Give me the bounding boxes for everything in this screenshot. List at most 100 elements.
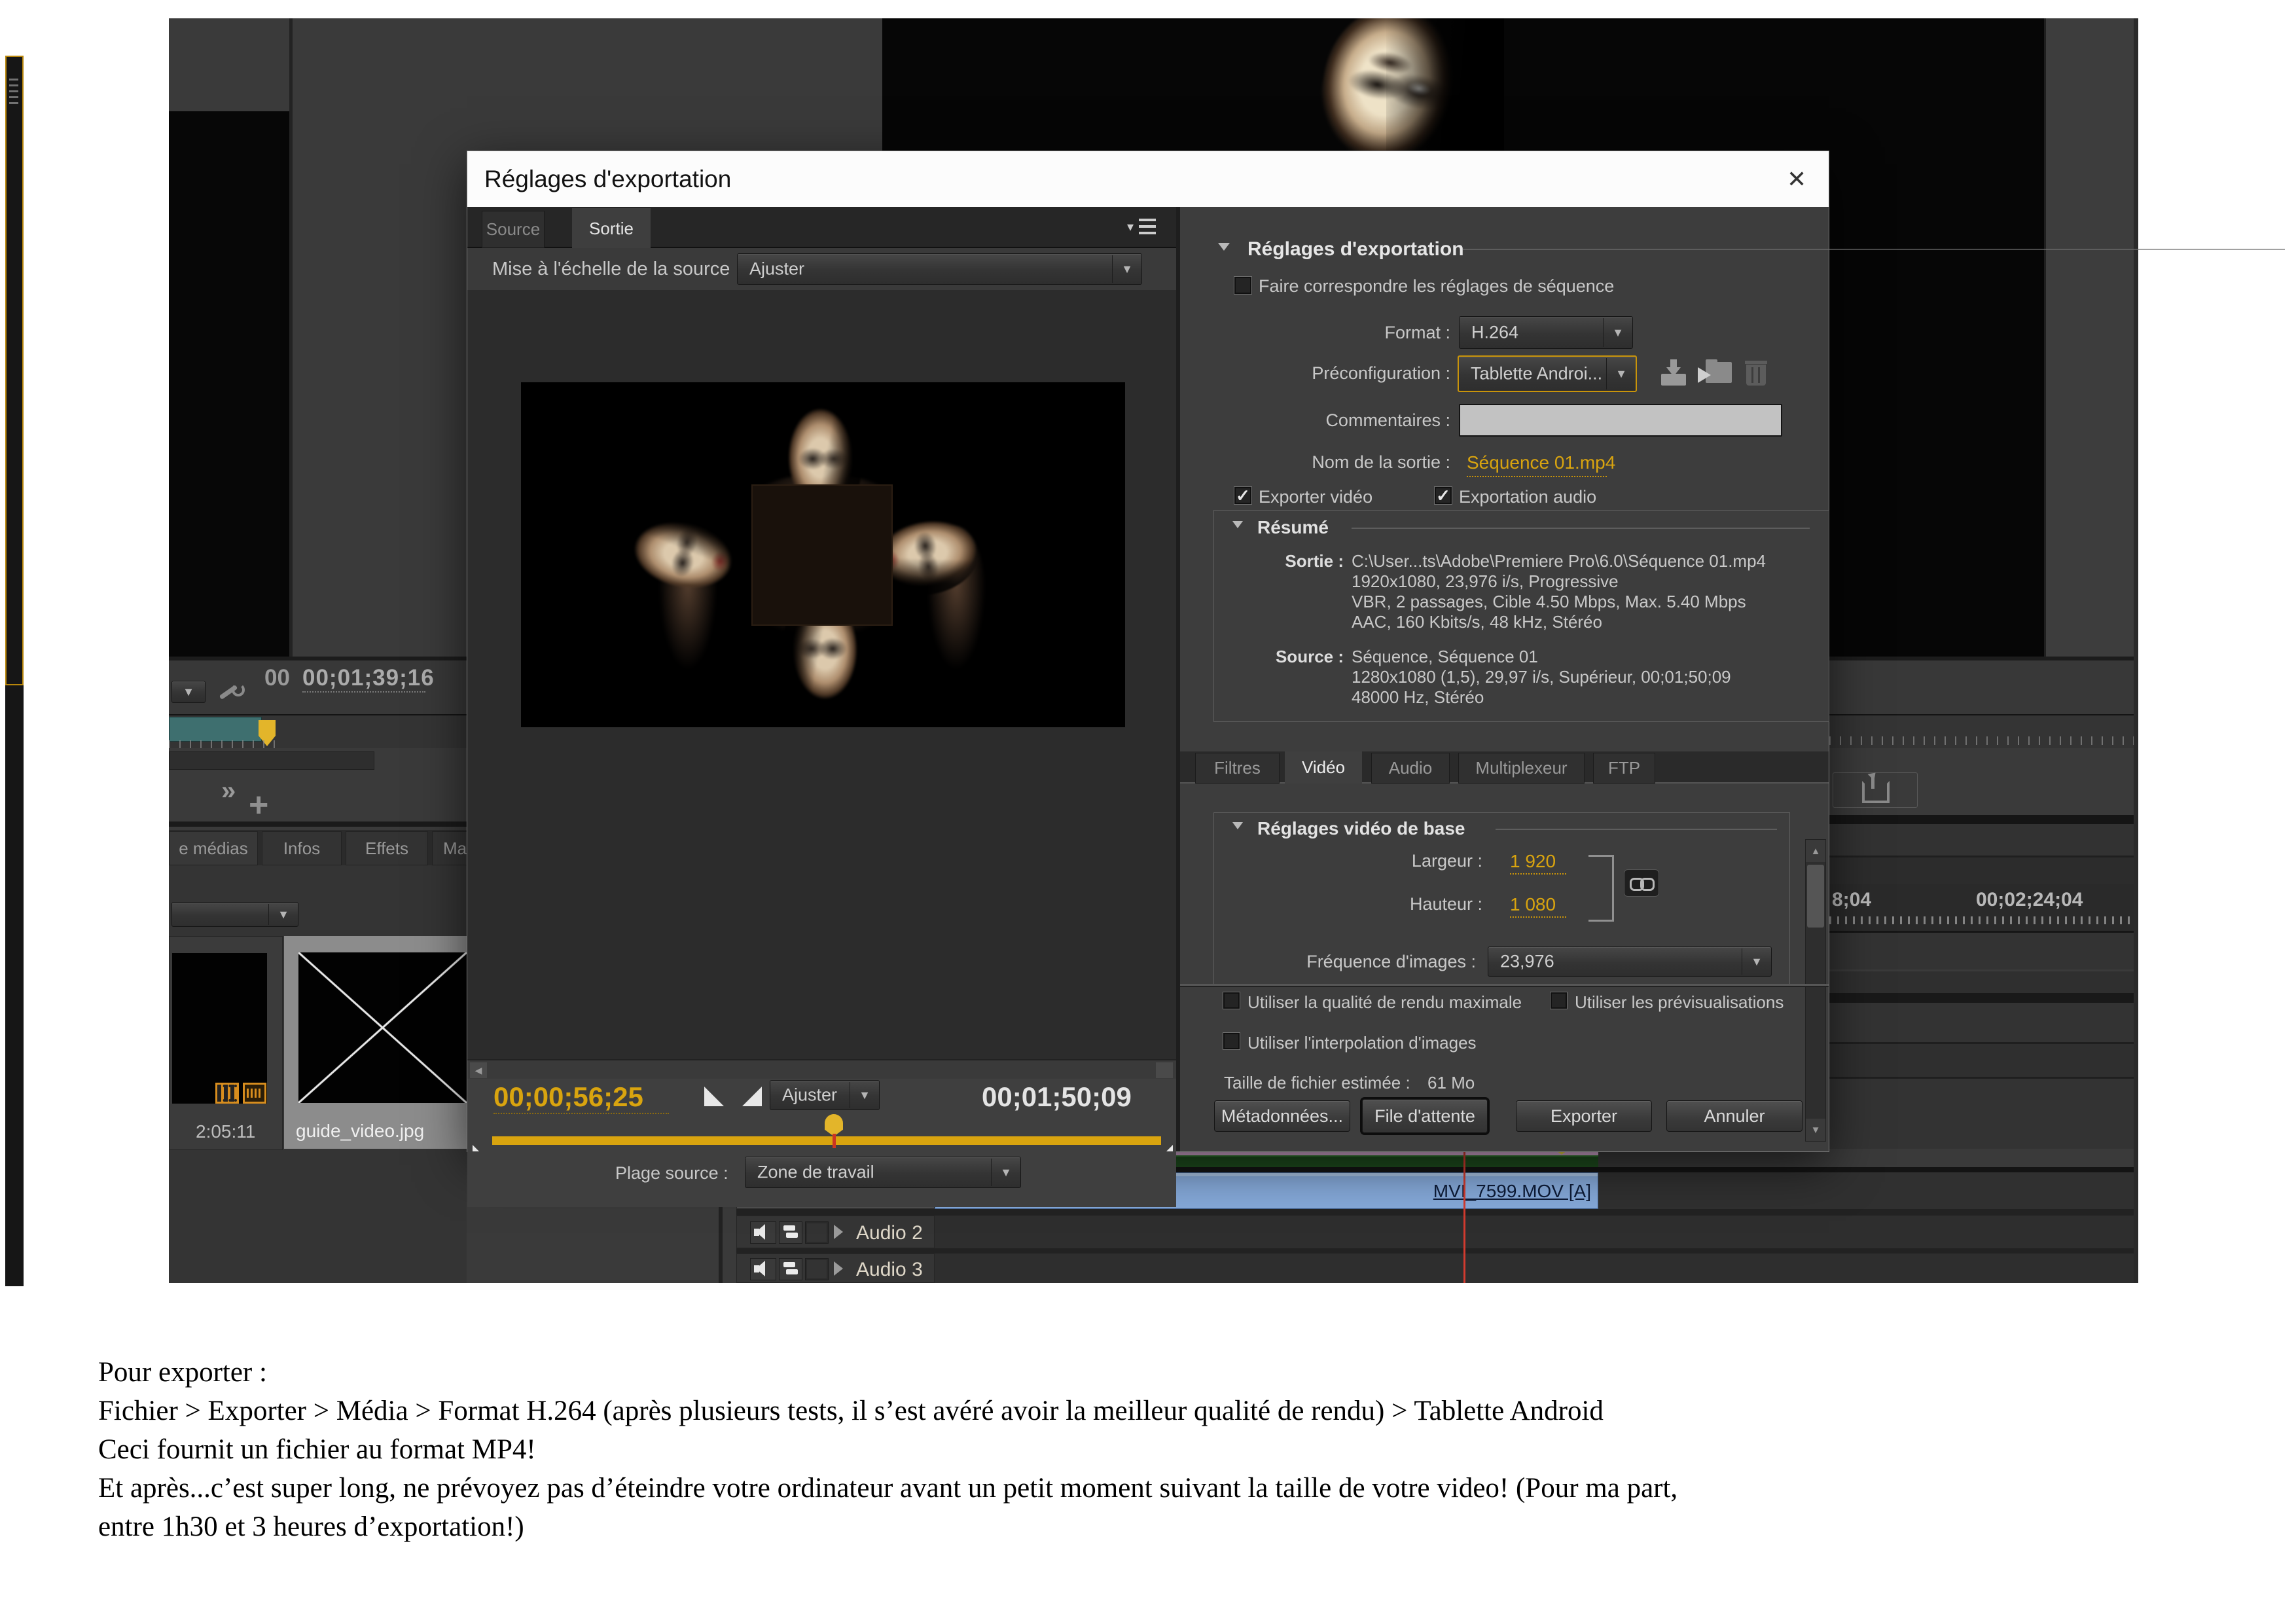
chevrons-icon[interactable]: » <box>221 776 236 806</box>
import-preset-icon[interactable] <box>1699 358 1733 388</box>
tab-audio[interactable]: Audio <box>1371 753 1450 784</box>
tab-sortie-label: Sortie <box>589 219 634 239</box>
panel-menu-arrow: ▾ <box>1127 219 1134 235</box>
track-lock-toggle[interactable] <box>805 1221 829 1244</box>
use-previews-checkbox[interactable] <box>1550 992 1568 1009</box>
wrench-icon[interactable] <box>217 682 241 700</box>
metadata-button[interactable]: Métadonnées... <box>1214 1100 1350 1132</box>
scrollbar-up-button[interactable]: ▲ <box>1806 840 1825 862</box>
preset-value: Tablette Androi... <box>1471 364 1602 384</box>
thick-divider <box>1829 993 2138 1003</box>
summary-out-label: Sortie : <box>1234 551 1344 571</box>
speaker-icon[interactable] <box>750 1221 776 1244</box>
track-output-icon[interactable] <box>779 1221 802 1244</box>
scrollbar-down-button[interactable]: ▼ <box>1806 1119 1825 1141</box>
output-name-link[interactable]: Séquence 01.mp4 <box>1467 452 1615 473</box>
monitor-zoom-dropdown[interactable]: ▼ <box>171 681 206 703</box>
track-header-audio3[interactable]: Audio 3 <box>736 1254 935 1283</box>
summary-out-line: 1920x1080, 23,976 i/s, Progressive <box>1352 571 1766 592</box>
export-button-label: Exporter <box>1551 1106 1617 1127</box>
current-timecode[interactable]: 00;00;56;25 <box>493 1081 643 1113</box>
match-sequence-checkbox[interactable] <box>1234 276 1252 295</box>
trim-playhead-marker[interactable] <box>825 1114 843 1136</box>
tab-effets-label: Effets <box>365 839 408 859</box>
track-output-icon[interactable] <box>779 1258 802 1280</box>
export-button[interactable]: Exporter <box>1516 1100 1652 1132</box>
partial-timecode: 00 <box>264 665 290 691</box>
left-cropped-panel-highlight <box>5 56 24 685</box>
timeline-row <box>1829 971 2138 993</box>
scroll-left-button[interactable]: ◀ <box>470 1062 487 1078</box>
film-icon <box>215 1083 239 1104</box>
scale-label: Mise à l'échelle de la source : <box>492 259 741 280</box>
source-mini-timeline[interactable] <box>169 717 262 742</box>
collapse-triangle-icon[interactable] <box>834 1261 843 1276</box>
preset-dropdown[interactable]: Tablette Androi... ▼ <box>1458 355 1637 392</box>
track-lock-toggle[interactable] <box>805 1258 829 1280</box>
tab-audio-label: Audio <box>1389 758 1433 778</box>
out-point-icon[interactable] <box>742 1087 762 1106</box>
media-thumbnail-video[interactable]: 2:05:11 <box>169 936 283 1150</box>
timeline-playhead[interactable] <box>1463 1146 1465 1283</box>
source-bar-box <box>169 751 374 770</box>
link-dimensions-button[interactable] <box>1624 869 1659 897</box>
delete-preset-icon[interactable] <box>1745 359 1767 388</box>
frame-blend-checkbox[interactable] <box>1223 1032 1240 1050</box>
tab-filtres[interactable]: Filtres <box>1195 753 1280 784</box>
scrollbar-thumb[interactable] <box>1807 865 1824 928</box>
monitor-side-panel <box>2044 18 2138 657</box>
plus-icon[interactable]: + <box>249 785 268 825</box>
panel-menu-icon[interactable]: ▾ <box>1130 217 1156 238</box>
tab-infos[interactable]: Infos <box>262 831 342 865</box>
scale-dropdown[interactable]: Ajuster ▼ <box>737 253 1142 285</box>
dialog-title-bar[interactable]: Réglages d'exportation ✕ <box>467 151 1829 207</box>
source-range-dropdown[interactable]: Zone de travail ▼ <box>745 1157 1021 1188</box>
max-quality-checkbox[interactable] <box>1223 992 1240 1009</box>
group-collapse-icon[interactable] <box>1232 822 1243 829</box>
height-value[interactable]: 1 080 <box>1510 894 1556 915</box>
tab-video[interactable]: Vidéo <box>1285 751 1362 784</box>
media-browser-dropdown[interactable]: ▼ <box>171 902 298 927</box>
collapse-triangle-icon[interactable] <box>834 1225 843 1239</box>
fit-dropdown[interactable]: Ajuster ▼ <box>770 1080 880 1110</box>
speaker-icon[interactable] <box>750 1258 776 1280</box>
dropdown-arrow-icon: ▼ <box>172 683 205 701</box>
in-point-icon[interactable] <box>704 1087 724 1106</box>
section-collapse-icon[interactable] <box>1218 243 1230 251</box>
track-gap <box>736 1209 2138 1216</box>
scroll-right-button[interactable] <box>1156 1062 1173 1078</box>
tab-source[interactable]: Source <box>482 211 545 248</box>
track-header-audio2[interactable]: Audio 2 <box>736 1216 935 1248</box>
tab-ftp[interactable]: FTP <box>1593 753 1655 784</box>
export-video-checkbox[interactable]: ✓ <box>1234 486 1252 505</box>
fps-dropdown[interactable]: 23,976 ▼ <box>1488 947 1772 977</box>
output-name-label: Nom de la sortie : <box>1215 452 1450 473</box>
estimated-size-label: Taille de fichier estimée : <box>1224 1073 1410 1093</box>
tab-effets[interactable]: Effets <box>346 831 428 865</box>
summary-collapse-icon[interactable] <box>1232 521 1243 528</box>
export-frame-button[interactable] <box>1833 772 1918 808</box>
cancel-button-label: Annuler <box>1704 1106 1765 1127</box>
format-dropdown[interactable]: H.264 ▼ <box>1459 316 1633 349</box>
source-monitor-timecode[interactable]: 00;01;39;16 <box>302 665 435 691</box>
tab-medias[interactable]: e médias <box>169 831 258 865</box>
scroll-left-icon: ◀ <box>475 1065 482 1076</box>
trim-playhead-tick <box>833 1134 836 1148</box>
media-thumbnail-image-selected[interactable]: guide_video.jpg <box>284 936 467 1149</box>
tab-multiplexeur[interactable]: Multiplexeur <box>1458 753 1585 784</box>
preview-hscroll[interactable]: ◀ <box>467 1059 1176 1079</box>
trim-slider-bar[interactable] <box>492 1136 1161 1145</box>
cancel-button[interactable]: Annuler <box>1666 1100 1803 1132</box>
scale-value: Ajuster <box>749 259 804 280</box>
caption-line-3: Ceci fournit un fichier au format MP4! <box>98 1434 536 1466</box>
close-icon[interactable]: ✕ <box>1787 166 1806 193</box>
tab-sortie[interactable]: Sortie <box>572 208 651 249</box>
queue-button[interactable]: File d'attente <box>1362 1099 1488 1133</box>
timeline-row <box>1829 857 2138 884</box>
export-audio-checkbox[interactable]: ✓ <box>1434 486 1452 505</box>
scrollbar-track[interactable]: ▲ ▼ <box>1805 839 1826 1142</box>
tab-multiplexeur-label: Multiplexeur <box>1475 758 1567 778</box>
save-preset-icon[interactable] <box>1661 359 1687 387</box>
comments-input[interactable] <box>1459 404 1782 437</box>
width-value[interactable]: 1 920 <box>1510 851 1556 872</box>
